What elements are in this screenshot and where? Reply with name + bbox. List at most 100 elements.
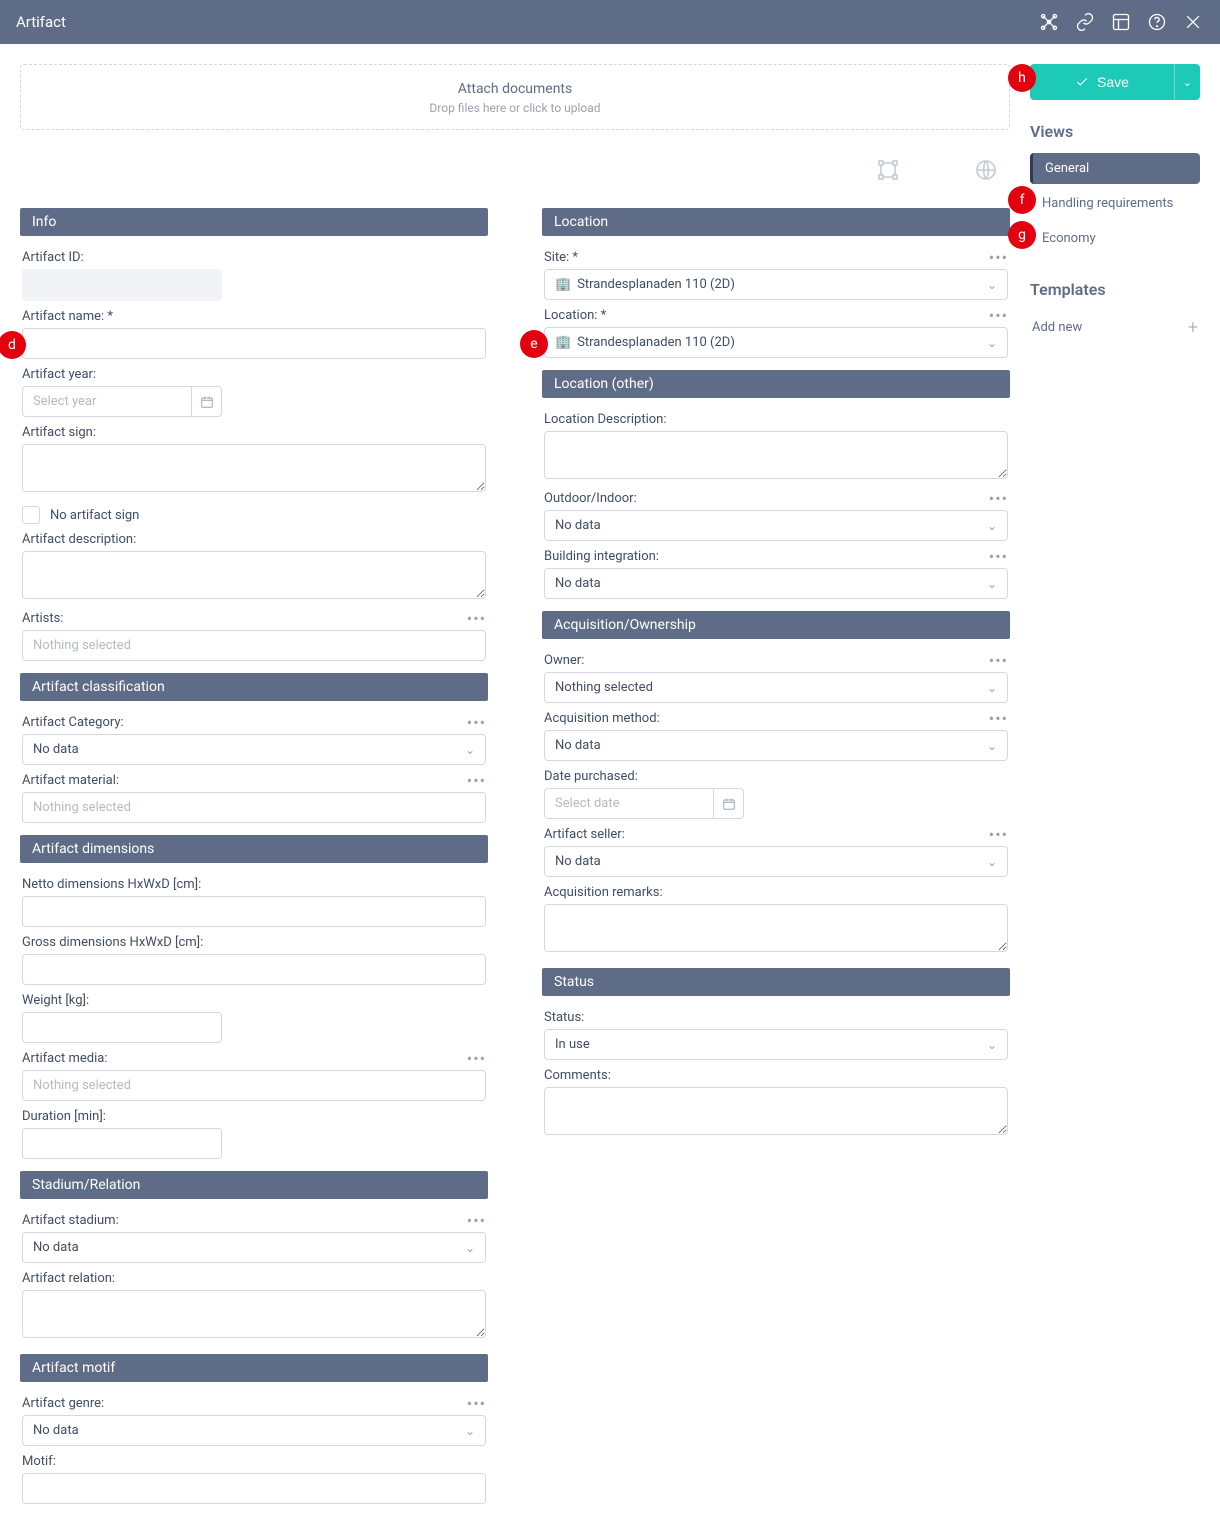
help-icon[interactable]: [1146, 11, 1168, 33]
outdoor-more-icon[interactable]: •••: [989, 494, 1008, 504]
comments-input[interactable]: [544, 1087, 1008, 1135]
save-dropdown-button[interactable]: ⌄: [1174, 64, 1200, 100]
owner-select[interactable]: Nothing selected⌄: [544, 672, 1008, 703]
calendar-icon[interactable]: [714, 788, 744, 819]
seller-more-icon[interactable]: •••: [989, 830, 1008, 840]
owner-more-icon[interactable]: •••: [989, 656, 1008, 666]
category-label: Artifact Category:•••: [22, 715, 486, 730]
section-info-header: Info: [20, 208, 488, 236]
weight-label: Weight [kg]:: [22, 993, 486, 1008]
chevron-down-icon: ⌄: [987, 519, 997, 533]
attach-dropzone[interactable]: Attach documents Drop files here or clic…: [20, 64, 1010, 130]
dropzone-title: Attach documents: [31, 81, 999, 97]
media-select[interactable]: Nothing selected: [22, 1070, 486, 1101]
owner-label: Owner:•••: [544, 653, 1008, 668]
section-status-header: Status: [542, 968, 1010, 996]
chevron-down-icon: ⌄: [987, 855, 997, 869]
artifact-year-input[interactable]: [22, 386, 192, 417]
page-title: Artifact: [16, 13, 66, 31]
seller-select[interactable]: No data⌄: [544, 846, 1008, 877]
building-icon: 🏢: [555, 277, 571, 292]
chevron-down-icon: ⌄: [987, 739, 997, 753]
close-icon[interactable]: [1182, 11, 1204, 33]
section-location-other-header: Location (other): [542, 370, 1010, 398]
location-select[interactable]: 🏢Strandesplanaden 110 (2D)⌄: [544, 327, 1008, 358]
category-more-icon[interactable]: •••: [467, 718, 486, 728]
location-label: Location: *•••: [544, 308, 1008, 323]
netto-input[interactable]: [22, 896, 486, 927]
link-icon[interactable]: [1074, 11, 1096, 33]
relation-label: Artifact relation:: [22, 1271, 486, 1286]
integration-select[interactable]: No data⌄: [544, 568, 1008, 599]
site-select[interactable]: 🏢Strandesplanaden 110 (2D)⌄: [544, 269, 1008, 300]
genre-select[interactable]: No data⌄: [22, 1415, 486, 1446]
dropzone-subtitle: Drop files here or click to upload: [31, 101, 999, 115]
relation-input[interactable]: [22, 1290, 486, 1338]
status-select[interactable]: In use⌄: [544, 1029, 1008, 1060]
views-heading: Views: [1030, 122, 1200, 141]
building-icon: 🏢: [555, 335, 571, 350]
comments-label: Comments:: [544, 1068, 1008, 1083]
topbar: Artifact: [0, 0, 1220, 44]
site-more-icon[interactable]: •••: [989, 253, 1008, 263]
grid-icon[interactable]: [1038, 11, 1060, 33]
artists-label: Artists:•••: [22, 611, 486, 626]
weight-input[interactable]: [22, 1012, 222, 1043]
gross-input[interactable]: [22, 954, 486, 985]
stadium-more-icon[interactable]: •••: [467, 1216, 486, 1226]
genre-more-icon[interactable]: •••: [467, 1399, 486, 1409]
method-select[interactable]: No data⌄: [544, 730, 1008, 761]
netto-label: Netto dimensions HxWxD [cm]:: [22, 877, 486, 892]
section-motif-header: Artifact motif: [20, 1354, 488, 1382]
loc-desc-label: Location Description:: [544, 412, 1008, 427]
section-dimensions-header: Artifact dimensions: [20, 835, 488, 863]
artifact-sign-input[interactable]: [22, 444, 486, 492]
chevron-down-icon: ⌄: [987, 1038, 997, 1052]
artifact-desc-input[interactable]: [22, 551, 486, 599]
duration-label: Duration [min]:: [22, 1109, 486, 1124]
chevron-down-icon: ⌄: [987, 681, 997, 695]
artists-more-icon[interactable]: •••: [467, 614, 486, 624]
stadium-label: Artifact stadium:•••: [22, 1213, 486, 1228]
genre-label: Artifact genre:•••: [22, 1396, 486, 1411]
context-toolbar: [20, 150, 1010, 198]
artifact-name-label: Artifact name: *: [22, 309, 486, 324]
transform-icon[interactable]: [874, 156, 902, 184]
view-handling[interactable]: Handling requirements: [1030, 188, 1200, 219]
media-more-icon[interactable]: •••: [467, 1054, 486, 1064]
artists-select[interactable]: Nothing selected: [22, 630, 486, 661]
duration-input[interactable]: [22, 1128, 222, 1159]
add-template-button[interactable]: Add new +: [1030, 313, 1200, 342]
remarks-input[interactable]: [544, 904, 1008, 952]
artifact-year-label: Artifact year:: [22, 367, 486, 382]
date-purchased-input[interactable]: [544, 788, 714, 819]
outdoor-select[interactable]: No data⌄: [544, 510, 1008, 541]
method-more-icon[interactable]: •••: [989, 714, 1008, 724]
view-general[interactable]: General: [1030, 153, 1200, 184]
integration-more-icon[interactable]: •••: [989, 552, 1008, 562]
category-select[interactable]: No data⌄: [22, 734, 486, 765]
material-label: Artifact material:•••: [22, 773, 486, 788]
section-location-header: Location: [542, 208, 1010, 236]
chevron-down-icon: ⌄: [465, 1241, 475, 1255]
location-more-icon[interactable]: •••: [989, 311, 1008, 321]
loc-desc-input[interactable]: [544, 431, 1008, 479]
chevron-down-icon: ⌄: [465, 743, 475, 757]
view-economy[interactable]: Economy: [1030, 223, 1200, 254]
artifact-name-input[interactable]: [22, 328, 486, 359]
seller-label: Artifact seller:•••: [544, 827, 1008, 842]
motif-label: Motif:: [22, 1454, 486, 1469]
stadium-select[interactable]: No data⌄: [22, 1232, 486, 1263]
calendar-icon[interactable]: [192, 386, 222, 417]
motif-input[interactable]: [22, 1473, 486, 1504]
material-more-icon[interactable]: •••: [467, 776, 486, 786]
layout-icon[interactable]: [1110, 11, 1132, 33]
globe-icon[interactable]: [972, 156, 1000, 184]
chevron-down-icon: ⌄: [987, 278, 997, 292]
plus-icon: +: [1188, 317, 1198, 338]
material-select[interactable]: Nothing selected: [22, 792, 486, 823]
date-label: Date purchased:: [544, 769, 1008, 784]
save-button[interactable]: Save: [1030, 64, 1174, 100]
no-artifact-sign-checkbox[interactable]: [22, 506, 40, 524]
gross-label: Gross dimensions HxWxD [cm]:: [22, 935, 486, 950]
